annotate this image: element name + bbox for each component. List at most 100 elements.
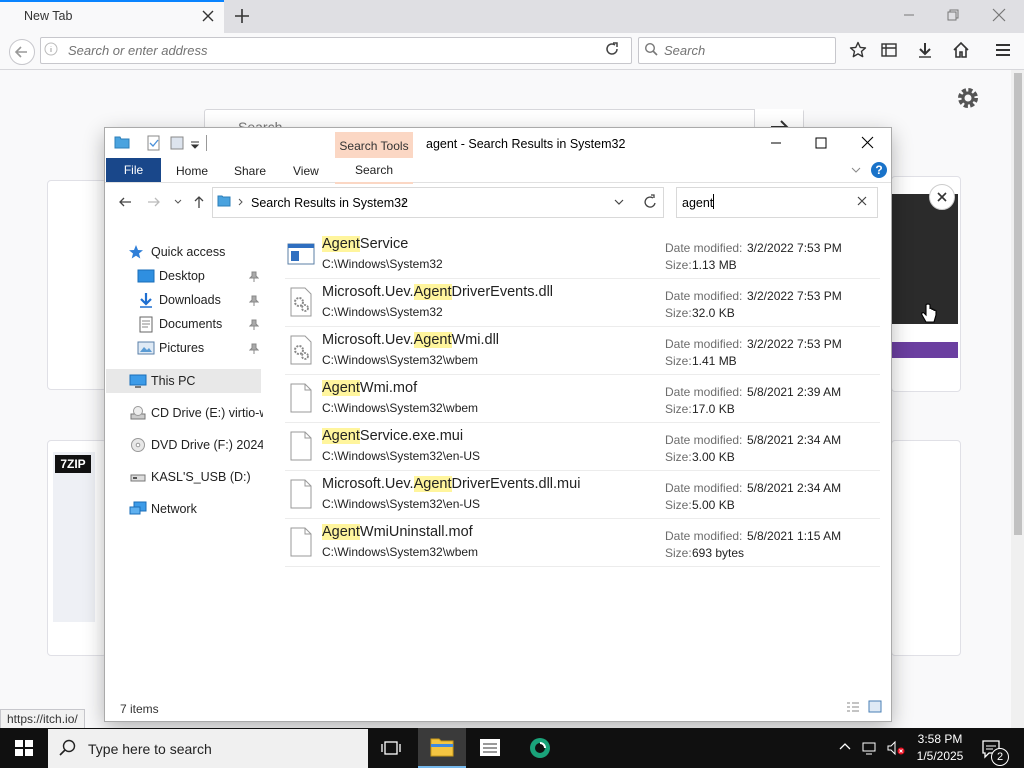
- reload-icon[interactable]: [604, 41, 620, 57]
- new-tab-plus-icon[interactable]: [233, 7, 251, 25]
- date-modified-label: Date modified:: [665, 241, 743, 255]
- nav-network[interactable]: Network: [151, 498, 197, 520]
- file-icon: [287, 431, 315, 461]
- forward-arrow-icon[interactable]: [146, 194, 162, 210]
- result-path: C:\Windows\System32: [322, 305, 443, 319]
- back-arrow-icon[interactable]: [9, 39, 35, 65]
- tab-search[interactable]: Search: [335, 158, 413, 184]
- date-modified-value: 5/8/2021 2:34 AM: [747, 481, 842, 495]
- explorer-maximize-icon[interactable]: [806, 132, 836, 154]
- result-file-name[interactable]: AgentService: [322, 236, 408, 252]
- dismiss-close-icon[interactable]: [929, 184, 955, 210]
- clear-search-icon[interactable]: [857, 196, 867, 206]
- date-modified-value: 3/2/2022 7:53 PM: [747, 241, 842, 255]
- tab-view[interactable]: View: [293, 164, 319, 178]
- recent-locations-chevron-icon[interactable]: [173, 198, 183, 206]
- pin-icon: [249, 319, 259, 331]
- home-icon[interactable]: [952, 41, 970, 59]
- details-view-icon[interactable]: [846, 701, 860, 713]
- result-row[interactable]: Microsoft.Uev.AgentDriverEvents.dll C:\Wi…: [285, 280, 880, 327]
- date-modified-value: 3/2/2022 7:53 PM: [747, 289, 842, 303]
- browser-restore-icon[interactable]: [930, 0, 976, 30]
- result-row[interactable]: Microsoft.Uev.AgentDriverEvents.dll.mui C…: [285, 472, 880, 519]
- back-arrow-icon[interactable]: [117, 194, 133, 210]
- date-modified-label: Date modified:: [665, 481, 743, 495]
- library-icon[interactable]: [880, 41, 898, 59]
- volume-muted-icon[interactable]: [886, 740, 906, 756]
- result-file-name[interactable]: AgentWmi.mof: [322, 380, 417, 396]
- nav-dvd-drive[interactable]: DVD Drive (F:) 202412: [151, 434, 263, 456]
- status-item-count: 7 items: [120, 702, 159, 716]
- refresh-icon[interactable]: [637, 187, 664, 218]
- taskbar-notepad-icon[interactable]: [466, 728, 514, 768]
- breadcrumb-location[interactable]: Search Results in System32: [251, 196, 408, 210]
- new-folder-icon[interactable]: [170, 135, 184, 151]
- result-row[interactable]: Microsoft.Uev.AgentWmi.dll C:\Windows\Sys…: [285, 328, 880, 375]
- gear-icon[interactable]: [955, 85, 981, 111]
- titlebar-divider: [206, 135, 207, 151]
- address-dropdown-chevron-icon[interactable]: [613, 198, 625, 206]
- breadcrumb-chevron-icon[interactable]: [400, 198, 408, 206]
- highlight-card[interactable]: [891, 440, 961, 656]
- ribbon-expand-chevron-icon[interactable]: [851, 166, 861, 174]
- hand-cursor-icon: [920, 303, 938, 325]
- tab-share[interactable]: Share: [234, 164, 266, 178]
- tab-file[interactable]: File: [106, 158, 161, 182]
- result-row[interactable]: AgentWmi.mof C:\Windows\System32\wbem Date…: [285, 376, 880, 423]
- taskbar-file-explorer[interactable]: [418, 728, 466, 768]
- breadcrumb-chevron-icon[interactable]: [237, 198, 245, 206]
- search-match-highlight: Agent: [322, 524, 360, 540]
- browser-close-icon[interactable]: [976, 0, 1022, 30]
- download-icon[interactable]: [916, 41, 934, 59]
- taskbar-clock-date[interactable]: 1/5/2025: [912, 749, 968, 763]
- explorer-search-value[interactable]: agent: [682, 196, 713, 210]
- bookmark-star-icon[interactable]: [849, 41, 867, 59]
- browser-minimize-icon[interactable]: [886, 0, 932, 30]
- result-file-name[interactable]: AgentService.exe.mui: [322, 428, 463, 444]
- result-file-name[interactable]: Microsoft.Uev.AgentDriverEvents.dll: [322, 284, 553, 300]
- highlight-thumbnail: [53, 452, 95, 622]
- tab-home[interactable]: Home: [176, 164, 208, 178]
- result-row[interactable]: AgentService C:\Windows\System32 Date modi…: [285, 232, 880, 279]
- large-icons-view-icon[interactable]: [868, 700, 882, 713]
- explorer-close-icon[interactable]: [852, 132, 882, 154]
- nav-downloads[interactable]: Downloads: [159, 289, 221, 311]
- network-status-icon[interactable]: [862, 740, 880, 756]
- browser-tab-title: New Tab: [24, 9, 73, 23]
- result-file-name[interactable]: Microsoft.Uev.AgentDriverEvents.dll.mui: [322, 476, 580, 492]
- top-site-card[interactable]: [47, 180, 107, 390]
- taskbar-clock-time[interactable]: 3:58 PM: [912, 732, 968, 746]
- date-modified-value: 5/8/2021 2:39 AM: [747, 385, 842, 399]
- info-icon[interactable]: [44, 42, 58, 56]
- nav-quick-access[interactable]: Quick access: [151, 241, 225, 263]
- taskbar-edge-icon[interactable]: [516, 728, 564, 768]
- up-arrow-icon[interactable]: [191, 194, 207, 210]
- nav-desktop[interactable]: Desktop: [159, 265, 205, 287]
- browser-search-placeholder: Search: [664, 43, 706, 58]
- show-hidden-icons-chevron-icon[interactable]: [838, 740, 852, 754]
- help-icon[interactable]: ?: [871, 162, 887, 178]
- nav-documents[interactable]: Documents: [159, 313, 222, 335]
- page-scrollbar-thumb[interactable]: [1014, 73, 1022, 535]
- nav-this-pc[interactable]: This PC: [151, 370, 195, 392]
- nav-usb-drive[interactable]: KASL'S_USB (D:): [151, 466, 251, 488]
- hamburger-menu-icon[interactable]: [994, 41, 1012, 59]
- nav-pictures[interactable]: Pictures: [159, 337, 204, 359]
- network-icon: [129, 501, 147, 517]
- dll-icon: [287, 287, 315, 317]
- nav-cd-drive[interactable]: CD Drive (E:) virtio-w: [151, 402, 263, 424]
- search-icon: [644, 42, 658, 56]
- search-match-highlight: Agent: [413, 476, 452, 492]
- size-value: 1.13 MB: [692, 258, 737, 272]
- explorer-minimize-icon[interactable]: [761, 132, 791, 154]
- properties-icon[interactable]: [147, 135, 161, 151]
- result-file-name[interactable]: Microsoft.Uev.AgentWmi.dll: [322, 332, 499, 348]
- quick-access-toolbar-dropdown-icon[interactable]: [190, 139, 200, 149]
- ribbon-tab-bar: [105, 158, 891, 183]
- task-view-icon[interactable]: [380, 738, 402, 758]
- result-row[interactable]: AgentWmiUninstall.mof C:\Windows\System32…: [285, 520, 880, 567]
- result-file-name[interactable]: AgentWmiUninstall.mof: [322, 524, 473, 540]
- windows-start-icon[interactable]: [0, 728, 48, 768]
- result-row[interactable]: AgentService.exe.mui C:\Windows\System32\…: [285, 424, 880, 471]
- tab-close-icon[interactable]: [200, 8, 216, 24]
